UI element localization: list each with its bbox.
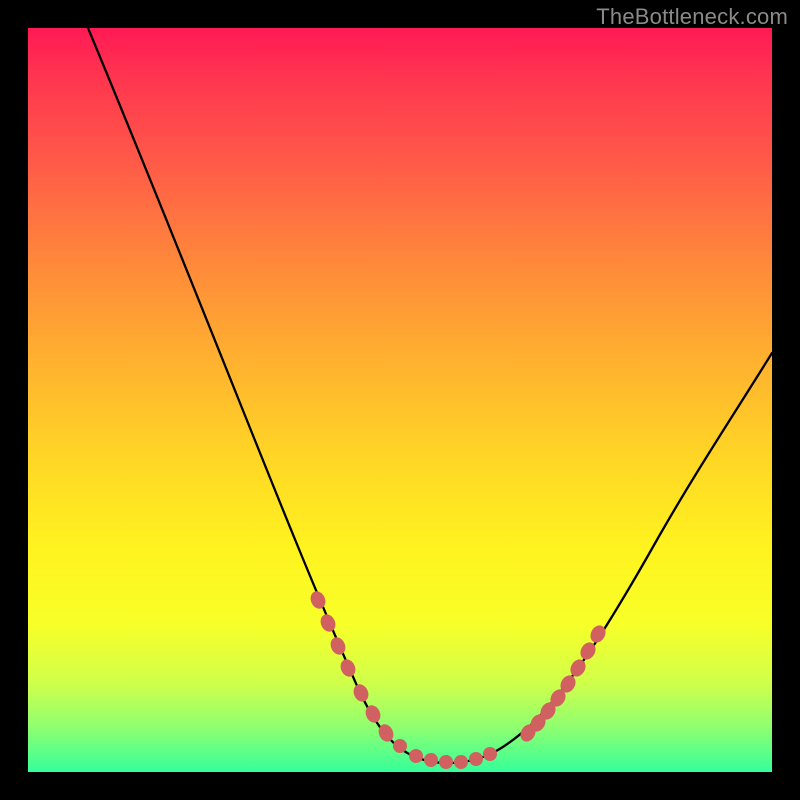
chart-overlay-svg <box>28 28 772 772</box>
watermark-text: TheBottleneck.com <box>596 4 788 30</box>
outer-frame: TheBottleneck.com <box>0 0 800 800</box>
chart-gradient-area <box>28 28 772 772</box>
bottleneck-curve <box>88 28 772 763</box>
marker-cluster-left <box>308 589 396 744</box>
marker-cluster-right <box>517 623 608 745</box>
